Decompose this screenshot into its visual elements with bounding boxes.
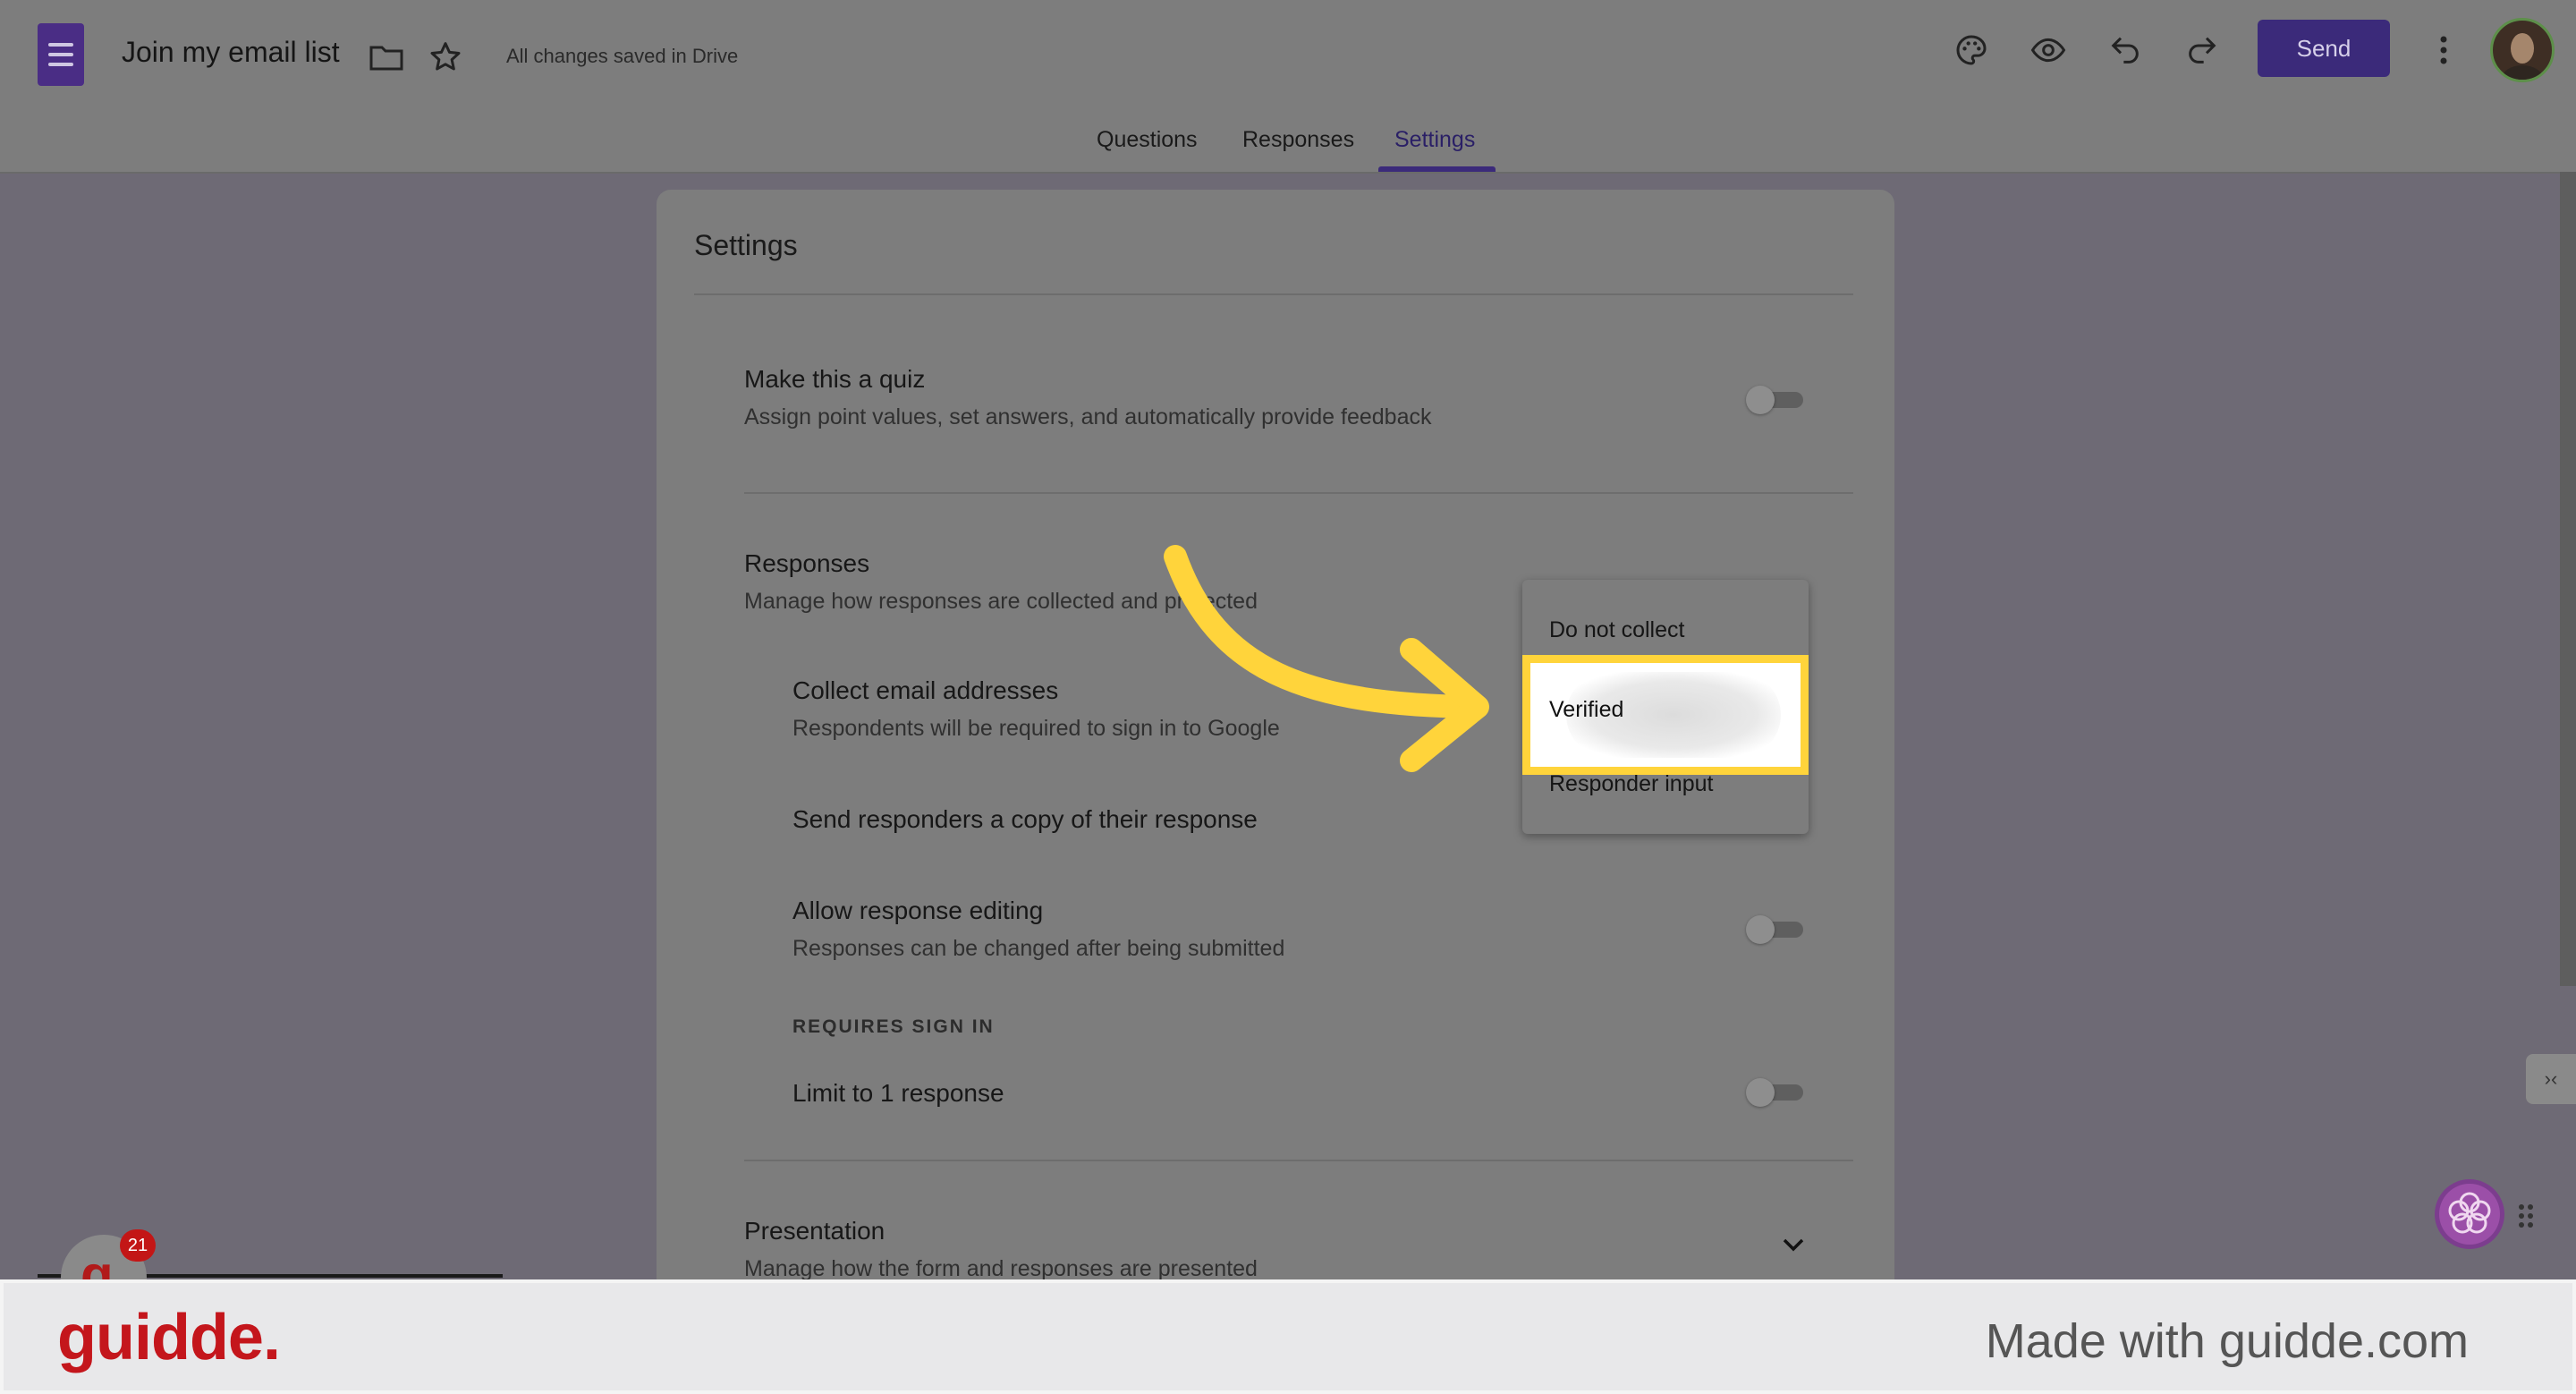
send-button[interactable]: Send: [2258, 20, 2390, 77]
preview-eye-icon[interactable]: [2027, 30, 2070, 70]
quiz-toggle[interactable]: [1746, 381, 1803, 417]
option-verified[interactable]: Verified: [1522, 655, 1809, 775]
footer-banner: guidde. Made with guidde.com: [0, 1279, 2576, 1394]
limit-one-title: Limit to 1 response: [792, 1079, 1004, 1107]
limit-one-toggle[interactable]: [1746, 1074, 1803, 1109]
top-bar: Join my email list All changes saved in …: [0, 0, 2576, 174]
drag-handle-icon[interactable]: [2517, 1203, 2535, 1229]
settings-heading: Settings: [694, 229, 798, 261]
responses-section-title[interactable]: Responses: [744, 549, 869, 578]
allow-editing-toggle[interactable]: [1746, 911, 1803, 947]
tab-settings[interactable]: Settings: [1394, 127, 1475, 153]
chevron-down-icon[interactable]: [1778, 1231, 1809, 1258]
tab-bar: Questions Responses Settings: [0, 122, 2576, 172]
divider: [744, 1160, 1853, 1161]
collapse-panel-icon[interactable]: ›‹: [2526, 1054, 2576, 1104]
page-scrollbar[interactable]: [2560, 172, 2576, 986]
star-icon[interactable]: [426, 39, 465, 75]
guidde-recorder-badge[interactable]: g 21: [61, 1229, 156, 1279]
tab-questions[interactable]: Questions: [1097, 127, 1198, 153]
guidde-logo: guidde.: [57, 1302, 281, 1373]
avatar[interactable]: [2490, 18, 2555, 82]
presentation-section-title[interactable]: Presentation: [744, 1217, 885, 1245]
allow-editing-title: Allow response editing: [792, 897, 1044, 924]
more-vert-icon[interactable]: [2429, 30, 2458, 70]
send-copy-title: Send responders a copy of their response: [792, 805, 1258, 833]
collect-email-title: Collect email addresses: [792, 676, 1059, 704]
assistant-logo-icon[interactable]: [2435, 1179, 2504, 1249]
requires-sign-in-label: REQUIRES SIGN IN: [792, 1016, 995, 1037]
tab-responses[interactable]: Responses: [1242, 127, 1354, 153]
quiz-title: Make this a quiz: [744, 365, 926, 393]
document-title[interactable]: Join my email list: [122, 36, 340, 69]
folder-icon[interactable]: [367, 39, 406, 75]
option-responder-input[interactable]: Responder input: [1549, 771, 1713, 797]
divider: [694, 293, 1853, 295]
footer-credit: Made with guidde.com: [1985, 1314, 2469, 1368]
notification-count: 21: [120, 1229, 156, 1262]
option-do-not-collect[interactable]: Do not collect: [1549, 617, 1684, 643]
active-tab-indicator: [1378, 166, 1496, 172]
palette-icon[interactable]: [1952, 30, 1991, 70]
allow-editing-description: Responses can be changed after being sub…: [792, 936, 1285, 961]
divider: [744, 492, 1853, 494]
redo-icon[interactable]: [2182, 30, 2222, 70]
undo-icon[interactable]: [2106, 30, 2145, 70]
save-status: All changes saved in Drive: [506, 45, 739, 67]
forms-logo-icon[interactable]: [38, 23, 84, 86]
option-verified-label: Verified: [1549, 697, 1624, 722]
quiz-description: Assign point values, set answers, and au…: [744, 404, 1432, 429]
pointer-arrow-icon: [1164, 545, 1489, 772]
presentation-section-description: Manage how the form and responses are pr…: [744, 1256, 1258, 1279]
forms-app: Join my email list All changes saved in …: [0, 0, 2576, 1279]
